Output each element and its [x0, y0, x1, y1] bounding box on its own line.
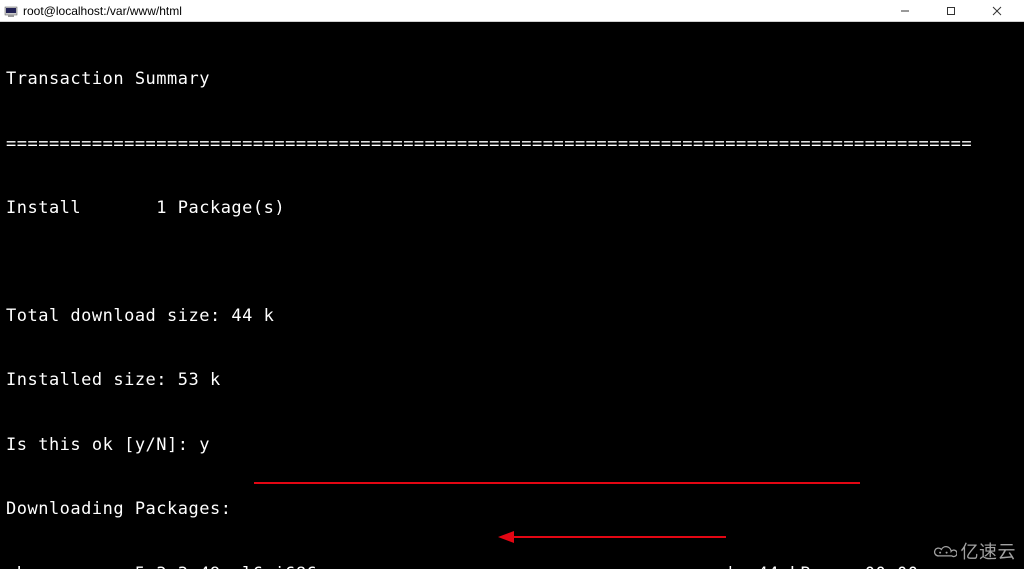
- terminal-line: Is this ok [y/N]: y: [6, 435, 1018, 457]
- terminal-separator: ========================================…: [6, 134, 1018, 156]
- terminal-line: Installed size: 53 k: [6, 370, 1018, 392]
- close-button[interactable]: [974, 0, 1020, 22]
- terminal-line: Total download size: 44 k: [6, 306, 1018, 328]
- maximize-button[interactable]: [928, 0, 974, 22]
- terminal-area[interactable]: Transaction Summary ====================…: [0, 22, 1024, 569]
- window-titlebar: root@localhost:/var/www/html: [0, 0, 1024, 22]
- annotation-underline: [254, 482, 860, 484]
- watermark: 亿速云: [931, 542, 1017, 564]
- minimize-button[interactable]: [882, 0, 928, 22]
- cloud-icon: [931, 543, 957, 561]
- terminal-line: Install 1 Package(s): [6, 198, 1018, 220]
- window-controls: [882, 0, 1020, 21]
- terminal-line: Downloading Packages:: [6, 499, 1018, 521]
- terminal-line: Transaction Summary: [6, 69, 1018, 91]
- watermark-text: 亿速云: [961, 542, 1017, 564]
- annotation-arrow: [498, 528, 728, 546]
- terminal-line: php-process-5.3.3-49.el6.i686.rpm | 44 k…: [6, 564, 1018, 569]
- putty-icon: [4, 4, 18, 18]
- window-title: root@localhost:/var/www/html: [23, 4, 882, 18]
